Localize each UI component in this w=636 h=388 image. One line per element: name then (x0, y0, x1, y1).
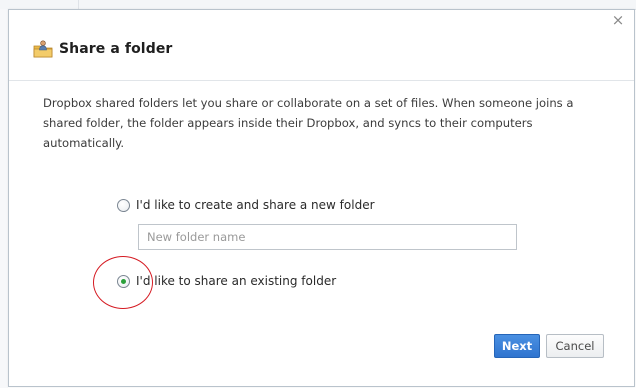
option-create-label: I'd like to create and share a new folde… (136, 198, 375, 212)
header-divider (9, 80, 634, 81)
dialog-description: Dropbox shared folders let you share or … (43, 96, 574, 150)
dialog-header: Share a folder (33, 38, 172, 60)
next-button[interactable]: Next (494, 334, 540, 358)
radio-create-new-folder[interactable] (117, 198, 130, 212)
cancel-button[interactable]: Cancel (546, 334, 604, 358)
option-existing-label: I'd like to share an existing folder (136, 274, 337, 288)
radio-share-existing-folder[interactable] (117, 274, 130, 288)
option-create-new-folder[interactable]: I'd like to create and share a new folde… (117, 198, 375, 212)
shared-folder-icon (33, 40, 53, 58)
dialog-title: Share a folder (59, 41, 173, 57)
new-folder-name-input[interactable] (138, 224, 517, 250)
option-share-existing-folder[interactable]: I'd like to share an existing folder (117, 274, 336, 288)
background-left-strip (0, 9, 8, 388)
close-icon[interactable]: × (610, 12, 626, 28)
background-divider (78, 0, 79, 9)
